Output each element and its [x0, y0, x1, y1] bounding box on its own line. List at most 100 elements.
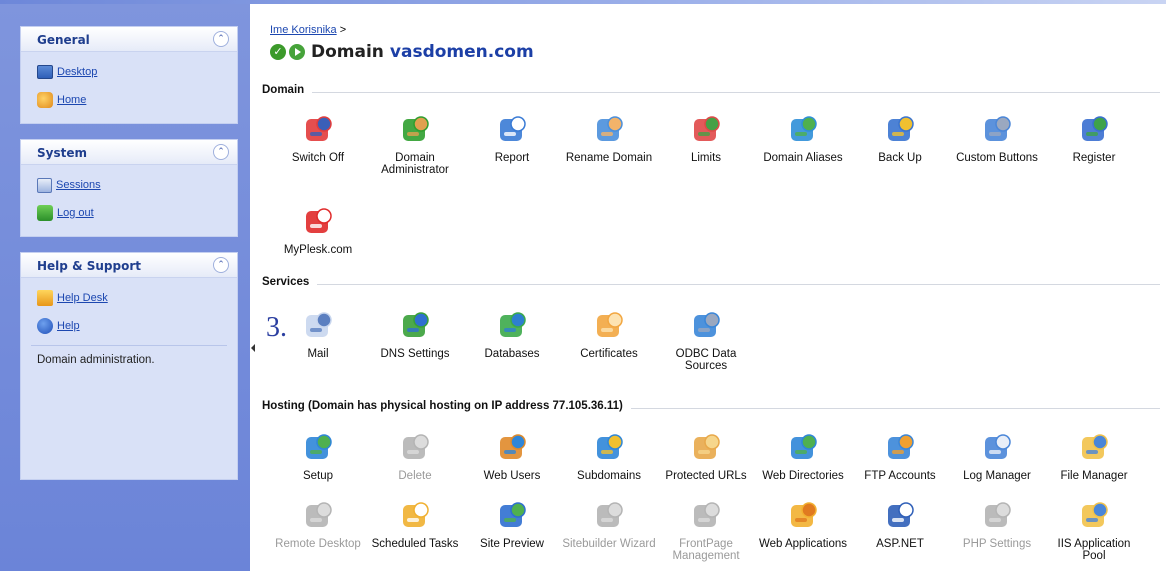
- tool-aspnet[interactable]: ASP.NET: [852, 500, 948, 550]
- tool-label: Web Users: [483, 470, 541, 482]
- tool-setup[interactable]: Setup: [270, 432, 366, 482]
- tool-label: ODBC Data Sources: [675, 348, 737, 372]
- status-ok-icon: ✓: [270, 44, 286, 60]
- tool-label: Databases: [484, 348, 540, 360]
- panel-description: Domain administration.: [37, 354, 155, 366]
- section-title: Hosting (Domain has physical hosting on …: [262, 400, 631, 412]
- tool-delete[interactable]: Delete: [367, 432, 463, 482]
- collapse-icon[interactable]: ⌃: [213, 31, 229, 47]
- tool-web-applications[interactable]: Web Applications: [755, 500, 851, 550]
- sitebuilder-icon: [593, 500, 625, 532]
- sidebar-link-helpdesk[interactable]: Help Desk: [57, 292, 108, 304]
- tool-label: DNS Settings: [380, 348, 450, 360]
- tool-backup[interactable]: Back Up: [852, 114, 948, 164]
- tool-site-preview[interactable]: Site Preview: [464, 500, 560, 550]
- tool-web-users[interactable]: Web Users: [464, 432, 560, 482]
- tool-label: FrontPage Management: [672, 538, 740, 562]
- backup-icon: [884, 114, 916, 146]
- dns-icon: [399, 310, 431, 342]
- tool-certificates[interactable]: Certificates: [561, 310, 657, 360]
- system-panel-title: System: [37, 146, 87, 160]
- help-panel-header[interactable]: Help & Support ⌃: [21, 253, 237, 278]
- tool-domain-admin[interactable]: Domain Administrator: [367, 114, 463, 176]
- collapse-icon[interactable]: ⌃: [213, 257, 229, 273]
- tool-scheduled-tasks[interactable]: Scheduled Tasks: [367, 500, 463, 550]
- sidebar-item-sessions[interactable]: Sessions: [37, 176, 101, 194]
- tool-label: Scheduled Tasks: [371, 538, 459, 550]
- web-users-icon: [496, 432, 528, 464]
- sidebar-item-helpdesk[interactable]: Help Desk: [37, 289, 108, 307]
- sidebar-item-help[interactable]: Help: [37, 317, 80, 335]
- tool-label: Remote Desktop: [275, 538, 361, 550]
- sidebar-item-logout[interactable]: Log out: [37, 204, 94, 222]
- tool-remote-desktop[interactable]: Remote Desktop: [270, 500, 366, 550]
- mail-icon: [302, 310, 334, 342]
- help-panel-title: Help & Support: [37, 259, 141, 273]
- sidebar-link-sessions[interactable]: Sessions: [56, 179, 101, 191]
- sidebar-item-home[interactable]: Home: [37, 91, 86, 109]
- sidebar-link-home[interactable]: Home: [57, 94, 86, 106]
- tool-limits[interactable]: Limits: [658, 114, 754, 164]
- collapse-icon[interactable]: ⌃: [213, 144, 229, 160]
- tool-sitebuilder[interactable]: Sitebuilder Wizard: [561, 500, 657, 550]
- certificates-icon: [593, 310, 625, 342]
- divider: [31, 345, 227, 346]
- switch-off-icon: [302, 114, 334, 146]
- sidebar: General ⌃ Desktop Home System ⌃ Sessions…: [0, 4, 250, 571]
- section-domain: Domain: [262, 84, 1160, 98]
- general-panel-header[interactable]: General ⌃: [21, 27, 237, 52]
- tool-subdomains[interactable]: Subdomains: [561, 432, 657, 482]
- sidebar-item-desktop[interactable]: Desktop: [37, 63, 97, 81]
- section-rule: [262, 284, 1160, 285]
- tool-register[interactable]: Register: [1046, 114, 1142, 164]
- system-panel: System ⌃ Sessions Log out: [20, 139, 238, 237]
- general-panel: General ⌃ Desktop Home: [20, 26, 238, 124]
- report-icon: [496, 114, 528, 146]
- tool-log-manager[interactable]: Log Manager: [949, 432, 1045, 482]
- sidebar-link-desktop[interactable]: Desktop: [57, 66, 97, 78]
- section-hosting: Hosting (Domain has physical hosting on …: [262, 400, 1160, 414]
- breadcrumb-link[interactable]: Ime Korisnika: [270, 24, 337, 36]
- section-services: Services: [262, 276, 1160, 290]
- tool-label: Report: [494, 152, 530, 164]
- tool-label: Custom Buttons: [956, 152, 1038, 164]
- web-directories-icon: [787, 432, 819, 464]
- tool-label: PHP Settings: [962, 538, 1032, 550]
- tool-php[interactable]: PHP Settings: [949, 500, 1045, 550]
- tool-rename-domain[interactable]: Rename Domain: [561, 114, 657, 164]
- tool-report[interactable]: Report: [464, 114, 560, 164]
- tool-ftp[interactable]: FTP Accounts: [852, 432, 948, 482]
- php-icon: [981, 500, 1013, 532]
- file-manager-icon: [1078, 432, 1110, 464]
- tool-web-directories[interactable]: Web Directories: [755, 432, 851, 482]
- tool-dns[interactable]: DNS Settings: [367, 310, 463, 360]
- system-panel-header[interactable]: System ⌃: [21, 140, 237, 165]
- setup-icon: [302, 432, 334, 464]
- tool-label: MyPlesk.com: [283, 244, 353, 256]
- domain-aliases-icon: [787, 114, 819, 146]
- odbc-icon: [690, 310, 722, 342]
- tool-file-manager[interactable]: File Manager: [1046, 432, 1142, 482]
- sessions-icon: [37, 177, 52, 193]
- tool-iis-pool[interactable]: IIS Application Pool: [1046, 500, 1142, 562]
- tool-label: Rename Domain: [565, 152, 653, 164]
- tool-label: Domain Aliases: [763, 152, 843, 164]
- tool-databases[interactable]: Databases: [464, 310, 560, 360]
- log-manager-icon: [981, 432, 1013, 464]
- tool-domain-aliases[interactable]: Domain Aliases: [755, 114, 851, 164]
- tool-frontpage[interactable]: FrontPage Management: [658, 500, 754, 562]
- page-title-domain: vasdomen.com: [389, 42, 534, 62]
- sidebar-link-help[interactable]: Help: [57, 320, 80, 332]
- tool-label: Web Directories: [762, 470, 844, 482]
- delete-icon: [399, 432, 431, 464]
- play-icon: [289, 44, 305, 60]
- tool-protected-urls[interactable]: Protected URLs: [658, 432, 754, 482]
- tool-label: IIS Application Pool: [1057, 538, 1131, 562]
- tool-switch-off[interactable]: Switch Off: [270, 114, 366, 164]
- tool-myplesk[interactable]: MyPlesk.com: [270, 206, 366, 256]
- desktop-icon: [37, 65, 53, 79]
- sidebar-link-logout[interactable]: Log out: [57, 207, 94, 219]
- section-title: Services: [262, 276, 318, 288]
- tool-odbc[interactable]: ODBC Data Sources: [658, 310, 754, 372]
- tool-custom-buttons[interactable]: Custom Buttons: [949, 114, 1045, 164]
